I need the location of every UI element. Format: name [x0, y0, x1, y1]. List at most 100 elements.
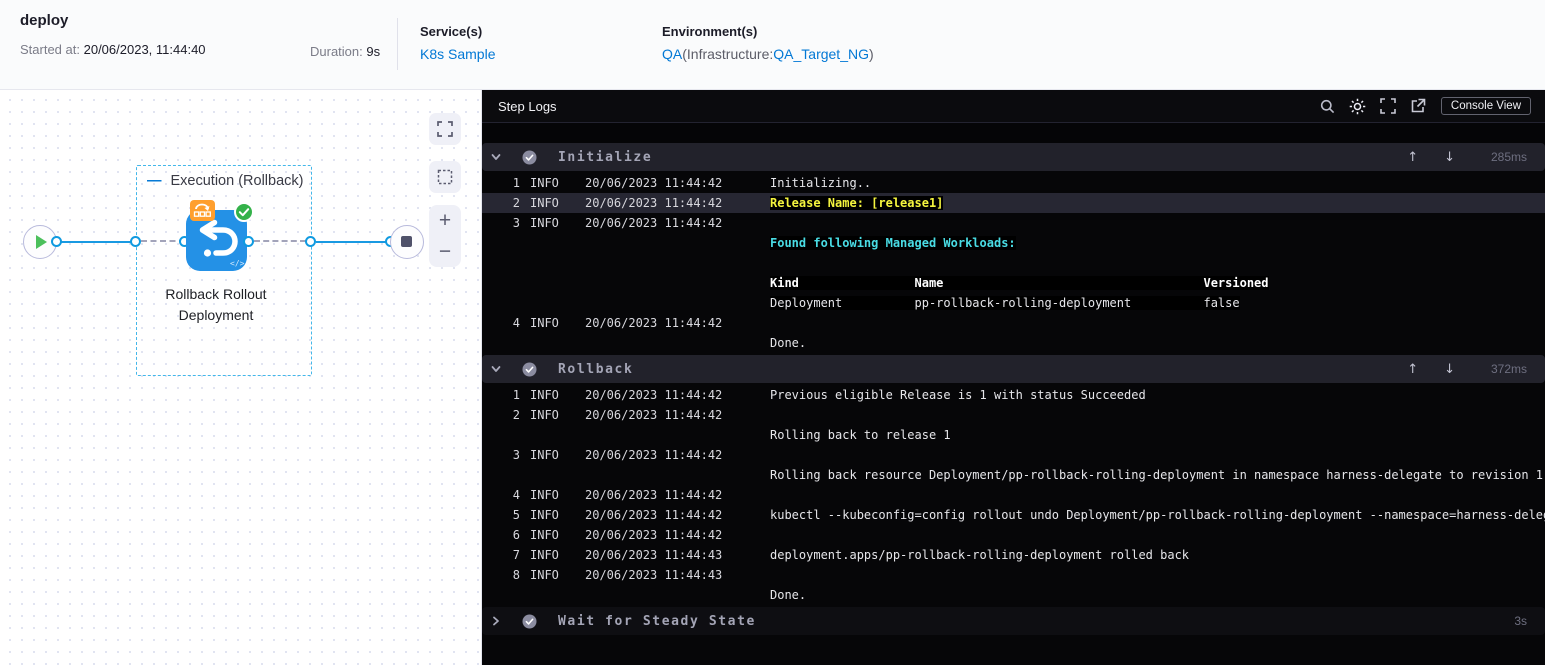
log-timestamp: [585, 333, 770, 353]
log-row[interactable]: [482, 253, 1545, 273]
log-row[interactable]: 8 INFO 20/06/2023 11:44:43: [482, 565, 1545, 585]
console-view-button[interactable]: Console View: [1440, 97, 1531, 115]
log-line-number: 3: [512, 448, 520, 462]
canvas-zoom-controls: + −: [429, 205, 461, 267]
section-header-initialize[interactable]: Initialize ↑ ↓ 285ms: [482, 143, 1545, 171]
log-timestamp: [585, 253, 770, 273]
log-line-number: 2: [512, 196, 520, 210]
settings-gear-icon[interactable]: [1343, 96, 1373, 116]
log-row[interactable]: Found following Managed Workloads:: [482, 233, 1545, 253]
log-line-number: [482, 425, 520, 445]
log-message: Kind Name Versioned: [770, 276, 1269, 290]
step-logs-header: Step Logs Console View: [482, 90, 1545, 123]
log-message: [770, 565, 1545, 585]
zoom-out-button[interactable]: −: [439, 241, 451, 262]
chevron-right-icon[interactable]: [490, 615, 512, 627]
section-header-rollback[interactable]: Rollback ↑ ↓ 372ms: [482, 355, 1545, 383]
log-message: deployment.apps/pp-rollback-rolling-depl…: [770, 548, 1190, 562]
log-row[interactable]: Rolling back resource Deployment/pp-roll…: [482, 465, 1545, 485]
log-level: INFO: [530, 388, 559, 402]
log-level: [530, 333, 585, 353]
log-row[interactable]: 3 INFO 20/06/2023 11:44:42: [482, 213, 1545, 233]
environment-link[interactable]: QA: [662, 46, 682, 62]
log-timestamp: 20/06/2023 11:44:42: [585, 508, 723, 522]
log-level: INFO: [530, 408, 559, 422]
open-in-new-icon[interactable]: [1403, 96, 1433, 116]
step-success-icon: [522, 614, 537, 629]
log-level: INFO: [530, 216, 559, 230]
log-row[interactable]: 2 INFO 20/06/2023 11:44:42 Release Name: [r…: [482, 193, 1545, 213]
end-node[interactable]: [390, 225, 424, 259]
rollout-badge-icon: [190, 200, 215, 221]
scroll-to-bottom-icon[interactable]: ↓: [1444, 150, 1455, 165]
log-timestamp: 20/06/2023 11:44:42: [585, 448, 723, 462]
log-timestamp: 20/06/2023 11:44:42: [585, 176, 723, 190]
log-row[interactable]: 4 INFO 20/06/2023 11:44:42: [482, 485, 1545, 505]
log-timestamp: 20/06/2023 11:44:43: [585, 548, 723, 562]
service-link[interactable]: K8s Sample: [420, 46, 495, 62]
zoom-in-button[interactable]: +: [439, 210, 451, 231]
log-timestamp: 20/06/2023 11:44:42: [585, 388, 723, 402]
scroll-to-bottom-icon[interactable]: ↓: [1444, 362, 1455, 377]
log-row[interactable]: 7 INFO 20/06/2023 11:44:43 deployment.apps/…: [482, 545, 1545, 565]
log-level: INFO: [530, 568, 559, 582]
log-timestamp: [585, 233, 770, 253]
log-row[interactable]: 3 INFO 20/06/2023 11:44:42: [482, 445, 1545, 465]
log-line-number: [482, 333, 520, 353]
pipeline-name: deploy: [20, 12, 69, 29]
log-message: [770, 253, 1545, 273]
log-timestamp: [585, 585, 770, 605]
section-duration: 372ms: [1490, 362, 1527, 376]
log-message: Initializing..: [770, 176, 872, 190]
pipeline-canvas[interactable]: — Execution (Rollback) </> Rollback Roll…: [0, 90, 482, 665]
log-timestamp: 20/06/2023 11:44:42: [585, 216, 723, 230]
log-message: Previous eligible Release is 1 with stat…: [770, 388, 1146, 402]
section-duration: 285ms: [1490, 150, 1527, 164]
log-line-number: [482, 253, 520, 273]
log-level: [530, 425, 585, 445]
infrastructure-link[interactable]: QA_Target_NG: [773, 46, 869, 62]
log-level: INFO: [530, 528, 559, 542]
execution-header: deploy Started at: 20/06/2023, 11:44:40 …: [0, 0, 1545, 90]
canvas-selection-button[interactable]: [429, 161, 461, 193]
duration-label: Duration:: [310, 44, 363, 59]
section-header-wait-for-steady-state[interactable]: Wait for Steady State 3s: [482, 607, 1545, 635]
canvas-fullscreen-button[interactable]: [429, 113, 461, 145]
log-message: [770, 525, 1545, 545]
selection-icon: [437, 169, 453, 185]
log-level: [530, 273, 585, 293]
log-row[interactable]: Rolling back to release 1: [482, 425, 1545, 445]
log-row[interactable]: Done.: [482, 585, 1545, 605]
stop-icon: [401, 236, 412, 247]
scroll-to-top-icon[interactable]: ↑: [1407, 150, 1418, 165]
section-log-rows: 1 INFO 20/06/2023 11:44:42 Previous eligibl…: [482, 383, 1545, 607]
log-message: [770, 445, 1545, 465]
log-timestamp: [585, 425, 770, 445]
chevron-down-icon[interactable]: [490, 151, 512, 163]
log-row[interactable]: 4 INFO 20/06/2023 11:44:42: [482, 313, 1545, 333]
play-icon: [36, 235, 47, 249]
log-line-number: 3: [512, 216, 520, 230]
log-row[interactable]: Deployment pp-rollback-rolling-deploymen…: [482, 293, 1545, 313]
log-message: Release Name: [release1]: [770, 196, 944, 210]
log-timestamp: 20/06/2023 11:44:42: [585, 488, 723, 502]
scroll-to-top-icon[interactable]: ↑: [1407, 362, 1418, 377]
log-row[interactable]: 1 INFO 20/06/2023 11:44:42 Initializing..: [482, 173, 1545, 193]
log-row[interactable]: 6 INFO 20/06/2023 11:44:42: [482, 525, 1545, 545]
log-row[interactable]: 2 INFO 20/06/2023 11:44:42: [482, 405, 1545, 425]
log-row[interactable]: Kind Name Versioned: [482, 273, 1545, 293]
log-line-number: 1: [512, 388, 520, 402]
collapse-dash-icon[interactable]: —: [147, 173, 162, 189]
execution-group-label: — Execution (Rollback): [147, 173, 304, 189]
rollback-step-node[interactable]: </>: [186, 200, 254, 271]
log-row[interactable]: Done.: [482, 333, 1545, 353]
chevron-down-icon[interactable]: [490, 363, 512, 375]
infrastructure-prefix: (Infrastructure:: [682, 46, 774, 62]
fullscreen-icon: [437, 121, 453, 137]
search-icon[interactable]: [1313, 96, 1343, 116]
log-row[interactable]: 1 INFO 20/06/2023 11:44:42 Previous eligibl…: [482, 385, 1545, 405]
expand-fullscreen-icon[interactable]: [1373, 96, 1403, 116]
log-row[interactable]: 5 INFO 20/06/2023 11:44:42 kubectl --kubeco…: [482, 505, 1545, 525]
log-timestamp: [585, 465, 770, 485]
log-message: Rolling back to release 1: [770, 428, 951, 442]
